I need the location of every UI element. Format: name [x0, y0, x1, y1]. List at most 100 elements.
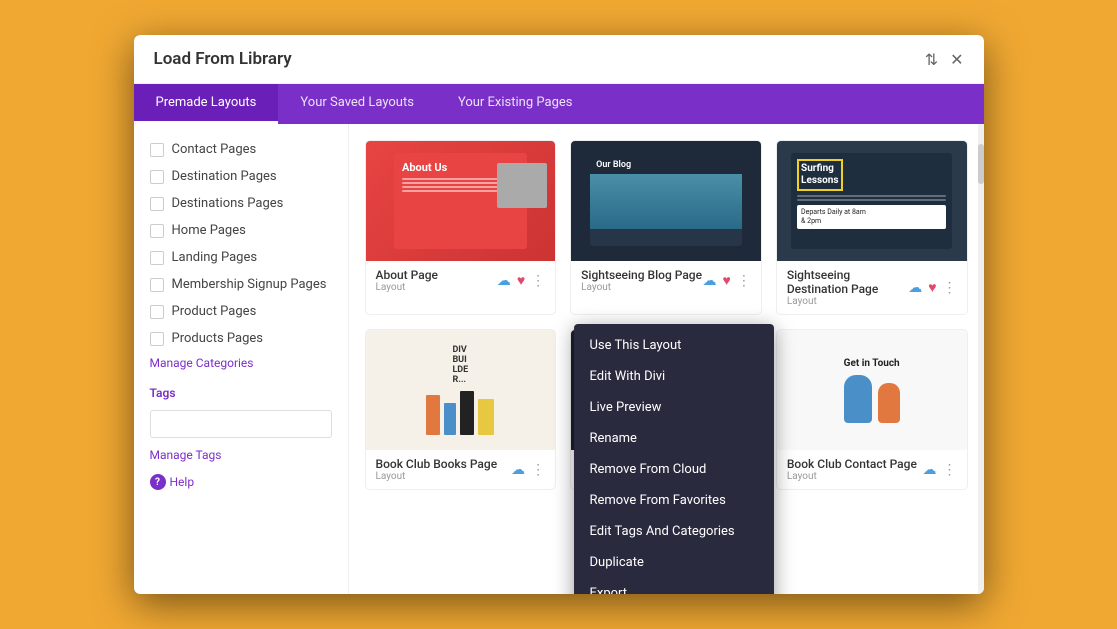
about-img [497, 163, 547, 208]
context-rename[interactable]: Rename [574, 423, 774, 454]
blog-preview: Our Blog [590, 156, 742, 246]
cloud-icon-blog[interactable]: ☁ [703, 273, 717, 289]
contact-figures [844, 375, 900, 423]
checkbox-destination-pages[interactable] [150, 170, 164, 184]
sidebar-item-home-pages[interactable]: Home Pages [134, 217, 348, 244]
dots-icon-destination[interactable]: ⋮ [943, 280, 957, 296]
help-label: Help [170, 475, 195, 489]
card-thumb-contact: Get in Touch [777, 330, 967, 450]
card-name-blog: Sightseeing Blog Page [581, 268, 702, 282]
dots-icon-blog[interactable]: ⋮ [737, 273, 751, 289]
cloud-icon-destination[interactable]: ☁ [908, 280, 922, 296]
card-type-books: Layout [376, 471, 498, 482]
sidebar: Contact Pages Destination Pages Destinat… [134, 124, 349, 594]
sidebar-item-products-pages[interactable]: Products Pages [134, 325, 348, 352]
sidebar-item-product-pages[interactable]: Product Pages [134, 298, 348, 325]
modal-title: Load From Library [154, 49, 292, 69]
tags-input[interactable] [150, 410, 332, 438]
blog-title-text: Our Blog [596, 160, 736, 170]
blog-header: Our Blog [590, 156, 742, 174]
card-type-contact: Layout [787, 471, 917, 482]
dots-icon-books[interactable]: ⋮ [531, 462, 545, 478]
card-type-about: Layout [376, 282, 438, 293]
card-actions-destination: ☁ ♥ ⋮ [908, 279, 956, 296]
modal: Load From Library ⇅ ✕ Premade Layouts Yo… [134, 35, 984, 594]
sidebar-label-home-pages: Home Pages [172, 223, 246, 238]
card-name-destination: Sightseeing Destination Page [787, 268, 908, 296]
cloud-icon-contact[interactable]: ☁ [923, 462, 937, 478]
context-edit-divi[interactable]: Edit With Divi [574, 361, 774, 392]
context-export[interactable]: Export [574, 578, 774, 594]
card-info-books: Book Club Books Page Layout ☁ ⋮ [366, 450, 556, 489]
dots-icon-contact[interactable]: ⋮ [943, 462, 957, 478]
heart-icon-destination[interactable]: ♥ [928, 279, 936, 296]
context-remove-favorites[interactable]: Remove From Favorites [574, 485, 774, 516]
sidebar-label-products-pages: Products Pages [172, 331, 264, 346]
card-meta-about: About Page Layout [376, 268, 438, 293]
manage-tags-link[interactable]: Manage Tags [134, 444, 348, 466]
sort-icon[interactable]: ⇅ [925, 50, 938, 69]
heart-icon-blog[interactable]: ♥ [723, 272, 731, 289]
context-remove-cloud[interactable]: Remove From Cloud [574, 454, 774, 485]
checkbox-destinations-pages[interactable] [150, 197, 164, 211]
modal-header: Load From Library ⇅ ✕ [134, 35, 984, 84]
context-duplicate[interactable]: Duplicate [574, 547, 774, 578]
cloud-icon-about[interactable]: ☁ [497, 273, 511, 289]
card-contact-page[interactable]: Get in Touch Book Club Contact Page Layo… [776, 329, 968, 490]
tab-existing-pages[interactable]: Your Existing Pages [436, 84, 595, 124]
departs-box: Departs Daily at 8am& 2pm [797, 205, 946, 229]
surfing-title: SurfingLessons [797, 159, 842, 191]
checkbox-membership-pages[interactable] [150, 278, 164, 292]
card-name-contact: Book Club Contact Page [787, 457, 917, 471]
card-blog-page[interactable]: Our Blog Sightseeing Blog Page Layout ☁ [570, 140, 762, 315]
tab-premade-layouts[interactable]: Premade Layouts [134, 84, 279, 124]
context-menu: Use This Layout Edit With Divi Live Prev… [574, 324, 774, 594]
sidebar-label-product-pages: Product Pages [172, 304, 257, 319]
card-thumb-surfing: SurfingLessons Departs Daily at 8am& 2pm [777, 141, 967, 261]
scrollbar-track [978, 124, 984, 594]
scrollbar-thumb[interactable] [978, 144, 984, 184]
checkbox-product-pages[interactable] [150, 305, 164, 319]
books-preview-label: DIVBUILDER... [452, 345, 468, 385]
blog-image [590, 174, 742, 229]
checkbox-contact-pages[interactable] [150, 143, 164, 157]
close-icon[interactable]: ✕ [950, 50, 963, 69]
sidebar-label-membership-pages: Membership Signup Pages [172, 277, 327, 292]
card-thumb-about: About Us [366, 141, 556, 261]
sidebar-label-landing-pages: Landing Pages [172, 250, 258, 265]
checkbox-landing-pages[interactable] [150, 251, 164, 265]
card-about-page[interactable]: About Us About Page [365, 140, 557, 315]
card-actions-about: ☁ ♥ ⋮ [497, 272, 545, 289]
tags-section-label: Tags [134, 374, 348, 404]
heart-icon-about[interactable]: ♥ [517, 272, 525, 289]
header-actions: ⇅ ✕ [925, 50, 964, 69]
checkbox-home-pages[interactable] [150, 224, 164, 238]
card-meta-contact: Book Club Contact Page Layout [787, 457, 917, 482]
tags-input-area [134, 404, 348, 444]
card-name-books: Book Club Books Page [376, 457, 498, 471]
card-thumb-blog: Our Blog [571, 141, 761, 261]
manage-categories-link[interactable]: Manage Categories [134, 352, 348, 374]
context-use-layout[interactable]: Use This Layout [574, 330, 774, 361]
help-link[interactable]: ? Help [134, 466, 348, 498]
dots-icon-about[interactable]: ⋮ [531, 273, 545, 289]
context-live-preview[interactable]: Live Preview [574, 392, 774, 423]
card-name-about: About Page [376, 268, 438, 282]
card-meta-destination: Sightseeing Destination Page Layout [787, 268, 908, 307]
tab-saved-layouts[interactable]: Your Saved Layouts [278, 84, 436, 124]
card-info-destination: Sightseeing Destination Page Layout ☁ ♥ … [777, 261, 967, 314]
card-books-page[interactable]: DIVBUILDER... Book Club Books Page [365, 329, 557, 490]
sidebar-item-contact-pages[interactable]: Contact Pages [134, 136, 348, 163]
context-edit-tags[interactable]: Edit Tags And Categories [574, 516, 774, 547]
contact-preview-title: Get in Touch [844, 358, 900, 369]
card-type-blog: Layout [581, 282, 702, 293]
sidebar-item-landing-pages[interactable]: Landing Pages [134, 244, 348, 271]
checkbox-products-pages[interactable] [150, 332, 164, 346]
sidebar-item-membership-pages[interactable]: Membership Signup Pages [134, 271, 348, 298]
cloud-icon-books[interactable]: ☁ [511, 462, 525, 478]
sidebar-item-destinations-pages[interactable]: Destinations Pages [134, 190, 348, 217]
sidebar-item-destination-pages[interactable]: Destination Pages [134, 163, 348, 190]
card-type-destination: Layout [787, 296, 908, 307]
card-destination-page[interactable]: SurfingLessons Departs Daily at 8am& 2pm… [776, 140, 968, 315]
card-actions-books: ☁ ⋮ [511, 462, 545, 478]
